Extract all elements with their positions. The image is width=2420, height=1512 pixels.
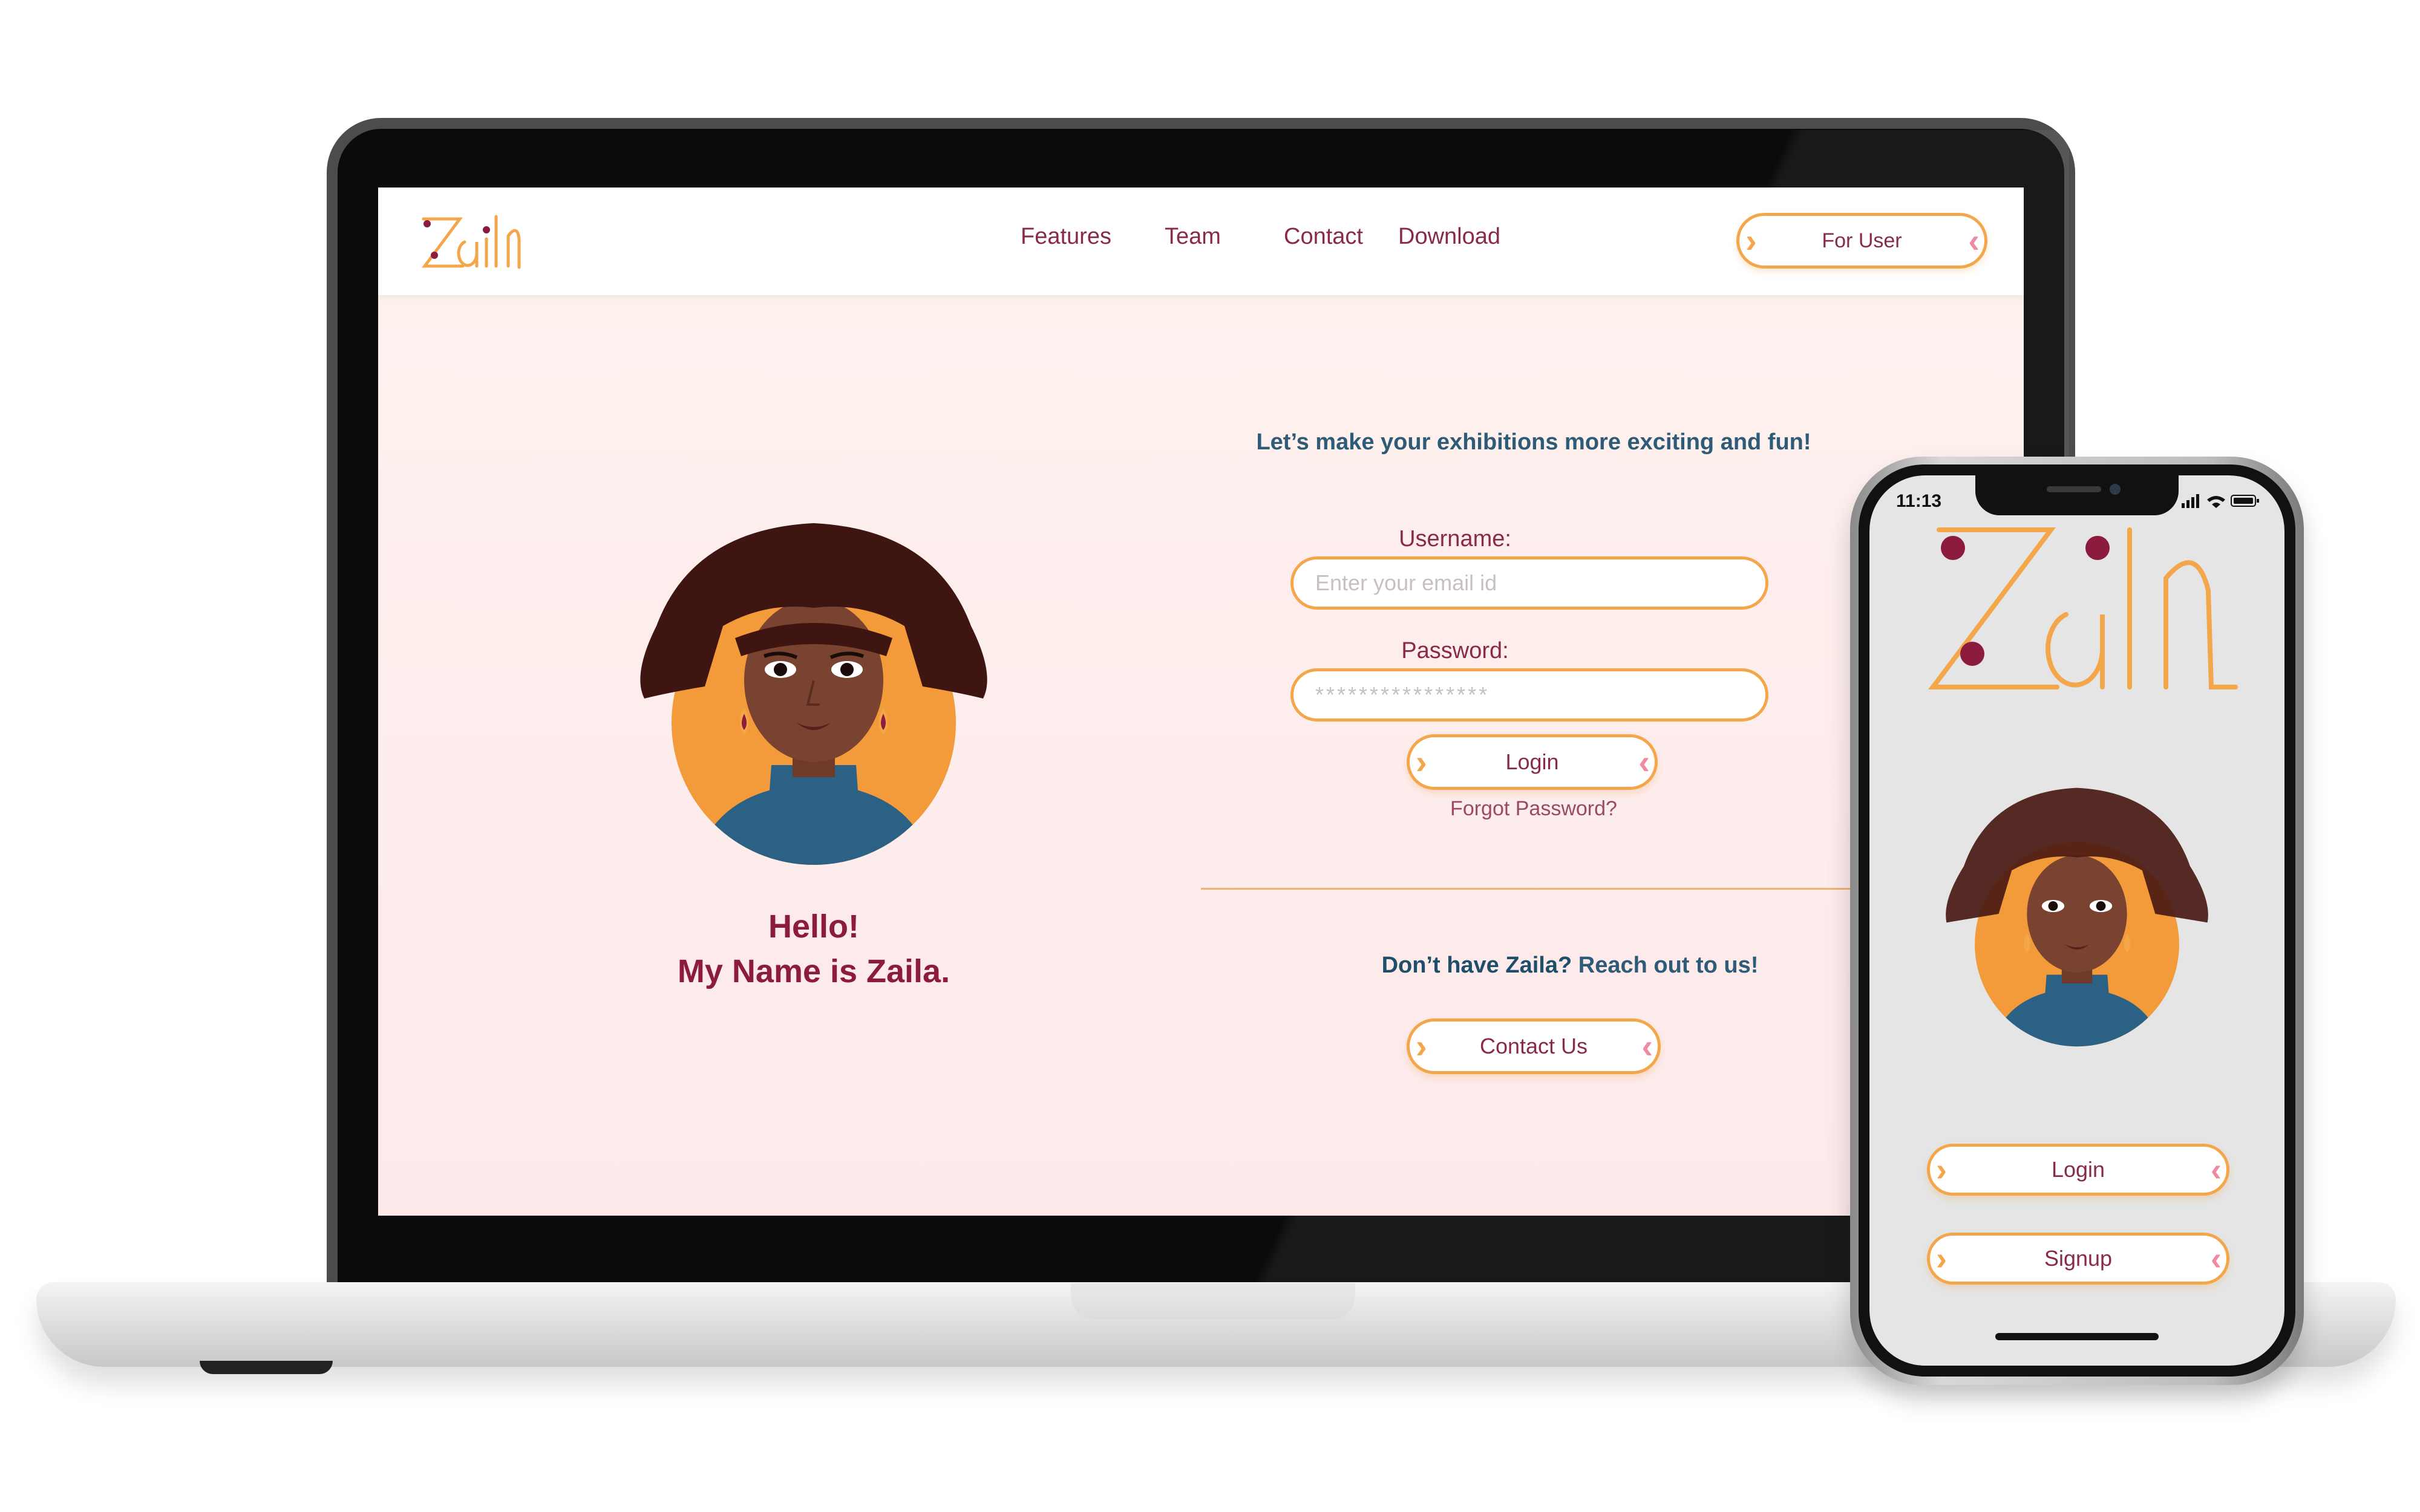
name-text: My Name is Zaila.	[677, 953, 950, 989]
contact-us-button[interactable]: › Contact Us ‹	[1407, 1018, 1661, 1074]
chevron-left-icon: ‹	[1641, 1027, 1653, 1065]
phone-login-label: Login	[2051, 1157, 2105, 1182]
chevron-right-icon: ›	[1745, 221, 1757, 259]
login-button[interactable]: › Login ‹	[1407, 734, 1658, 790]
nav-contact[interactable]: Contact	[1284, 224, 1363, 250]
nav-download[interactable]: Download	[1398, 224, 1500, 250]
chevron-left-icon: ‹	[2211, 1152, 2222, 1188]
camera-icon	[2110, 484, 2121, 495]
battery-icon	[2231, 495, 2259, 507]
website-screen: Features Team Contact Download › For Use…	[378, 187, 2024, 1216]
phone-signup-button[interactable]: › Signup ‹	[1927, 1233, 2229, 1285]
phone-login-button[interactable]: › Login ‹	[1927, 1144, 2229, 1196]
chevron-left-icon: ‹	[1968, 221, 1980, 259]
phone-zaila-avatar	[1946, 787, 2208, 1047]
chevron-right-icon: ›	[1416, 1027, 1427, 1065]
forgot-password-link[interactable]: Forgot Password?	[1358, 797, 1709, 821]
hello-text: Hello!	[768, 908, 859, 945]
zaila-logo[interactable]	[411, 206, 526, 278]
chevron-right-icon: ›	[1936, 1152, 1947, 1188]
contact-prompt: Don’t have Zaila? Reach out to us!	[1195, 953, 1945, 979]
login-tagline: Let’s make your exhibitions more excitin…	[1256, 429, 1811, 455]
home-indicator[interactable]	[1995, 1333, 2159, 1340]
phone-zaila-logo	[1928, 527, 2238, 689]
contact-us-label: Contact Us	[1479, 1034, 1588, 1058]
speaker-icon	[2047, 486, 2101, 492]
chevron-left-icon: ‹	[1638, 743, 1650, 781]
laptop-foot	[200, 1361, 333, 1374]
password-label: Password:	[1401, 638, 1509, 663]
contact-prompt-cta: Reach out to us!	[1572, 953, 1759, 978]
zaila-avatar	[640, 523, 987, 865]
hero-greeting: Hello! My Name is Zaila.	[566, 904, 1062, 994]
site-header: Features Team Contact Download › For Use…	[378, 187, 2024, 295]
phone-screen: 11:13 › Login ‹ › Signup ‹	[1869, 475, 2284, 1366]
phone-signup-label: Signup	[2044, 1246, 2113, 1271]
chevron-right-icon: ›	[1936, 1240, 1947, 1277]
laptop-trackpad-notch	[1071, 1283, 1355, 1320]
for-user-button[interactable]: › For User ‹	[1736, 213, 1987, 269]
nav-features[interactable]: Features	[1021, 224, 1111, 250]
contact-prompt-question: Don’t have Zaila?	[1381, 953, 1572, 978]
chevron-left-icon: ‹	[2211, 1240, 2222, 1277]
password-input[interactable]	[1290, 668, 1768, 722]
nav-team[interactable]: Team	[1165, 224, 1221, 250]
for-user-label: For User	[1822, 229, 1902, 252]
chevron-right-icon: ›	[1416, 743, 1427, 781]
login-label: Login	[1505, 749, 1559, 774]
username-input[interactable]	[1290, 556, 1768, 610]
username-label: Username:	[1399, 526, 1511, 552]
